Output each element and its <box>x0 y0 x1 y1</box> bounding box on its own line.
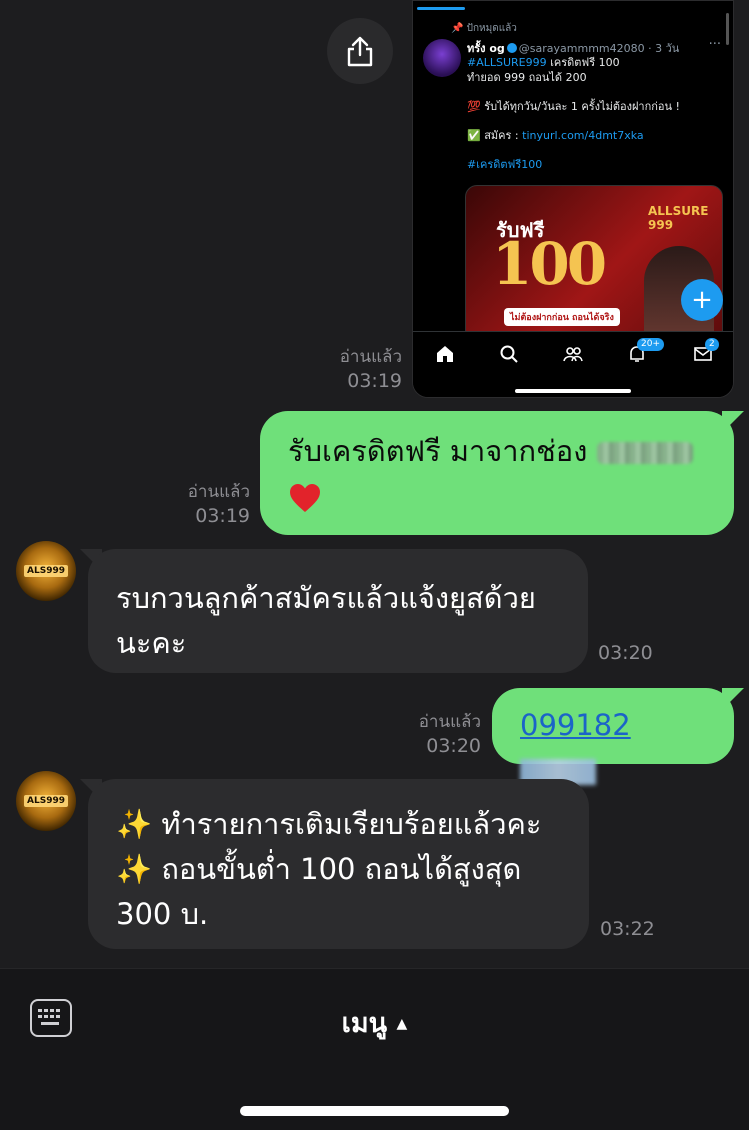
blurred-text <box>596 442 693 464</box>
message-bubble-incoming[interactable]: รบกวนลูกค้าสมัครแล้วแจ้งยูสด้วย นะคะ <box>88 549 588 673</box>
bottom-bar: เมนู ▲ <box>0 968 749 1130</box>
share-button[interactable] <box>327 18 393 84</box>
compose-button: + <box>681 279 723 321</box>
menu-toggle[interactable]: เมนู ▲ <box>0 1001 749 1044</box>
timestamp: 03:20 <box>598 642 653 664</box>
read-receipt: อ่านแล้ว <box>187 482 250 502</box>
message-bubble-incoming[interactable]: ✨ ทำรายการเติมเรียบร้อยแล้วคะ ✨ ถอนขั้นต… <box>88 779 589 949</box>
pinned-label: 📌 ปักหมุดแล้ว <box>451 23 517 34</box>
verified-icon <box>506 43 517 53</box>
timestamp: 03:20 <box>426 735 481 757</box>
message-meta: อ่านแล้ว 03:19 <box>320 345 402 393</box>
promo-banner: รับฟรี 100 ALLSURE 999 ไม่ต้องฝากก่อน ถอ… <box>465 185 723 345</box>
avatar[interactable]: ALS999 <box>16 771 76 831</box>
bubble-tail <box>722 411 744 433</box>
bottom-nav: 20+ 2 <box>413 331 733 397</box>
shared-screenshot-image[interactable]: 📌 ปักหมุดแล้ว ทรั้ง og @sarayammmm42080 ·… <box>412 0 734 398</box>
more-icon: ··· <box>708 37 721 52</box>
notifications-badge: 20+ <box>637 338 664 351</box>
message-text-line: ถอนขั้นต่ำ 100 ถอนได้สูงสุด <box>161 852 522 886</box>
message-text-line: ทำรายการเติมเรียบร้อยแล้วคะ <box>161 807 542 841</box>
sparkles-icon: ✨ <box>116 852 153 886</box>
search-icon <box>500 345 518 363</box>
communities-icon <box>563 347 583 362</box>
share-icon <box>347 36 373 67</box>
home-icon <box>437 346 453 362</box>
message-meta: อ่านแล้ว 03:20 <box>395 710 481 758</box>
sparkles-icon: ✨ <box>116 807 153 841</box>
promo-logo: ALLSURE 999 <box>648 204 709 232</box>
home-indicator <box>515 389 631 393</box>
menu-label: เมนู <box>341 1008 388 1039</box>
message-text-line: รบกวนลูกค้าสมัครแล้วแจ้งยูสด้วย <box>116 581 536 615</box>
message-text: รับเครดิตฟรี มาจากช่อง <box>288 434 588 468</box>
caret-up-icon: ▲ <box>396 1016 408 1032</box>
message-bubble-outgoing[interactable]: รับเครดิตฟรี มาจากช่อง <box>260 411 734 535</box>
tab-indicator <box>417 7 465 10</box>
home-indicator <box>240 1106 509 1116</box>
message-text-line: นะคะ <box>116 626 187 660</box>
messages-badge: 2 <box>705 338 719 351</box>
message-bubble-outgoing[interactable]: 099182 <box>492 688 734 785</box>
read-receipt: อ่านแล้ว <box>418 712 481 732</box>
timestamp: 03:19 <box>347 370 402 392</box>
timestamp: 03:19 <box>195 505 250 527</box>
scrollbar <box>726 13 729 45</box>
tweet-text: #ALLSURE999 เครดิตฟรี 100 ทำยอด 999 ถอนไ… <box>467 56 680 171</box>
timestamp: 03:22 <box>600 918 655 940</box>
heart-icon <box>288 481 322 515</box>
bubble-tail <box>722 688 744 710</box>
message-text-line: 300 บ. <box>116 897 209 931</box>
avatar[interactable]: ALS999 <box>16 541 76 601</box>
tweet-avatar <box>423 39 461 77</box>
message-meta: อ่านแล้ว 03:19 <box>150 480 250 528</box>
phone-link[interactable]: 099182 <box>520 708 631 742</box>
read-receipt: อ่านแล้ว <box>339 347 402 367</box>
